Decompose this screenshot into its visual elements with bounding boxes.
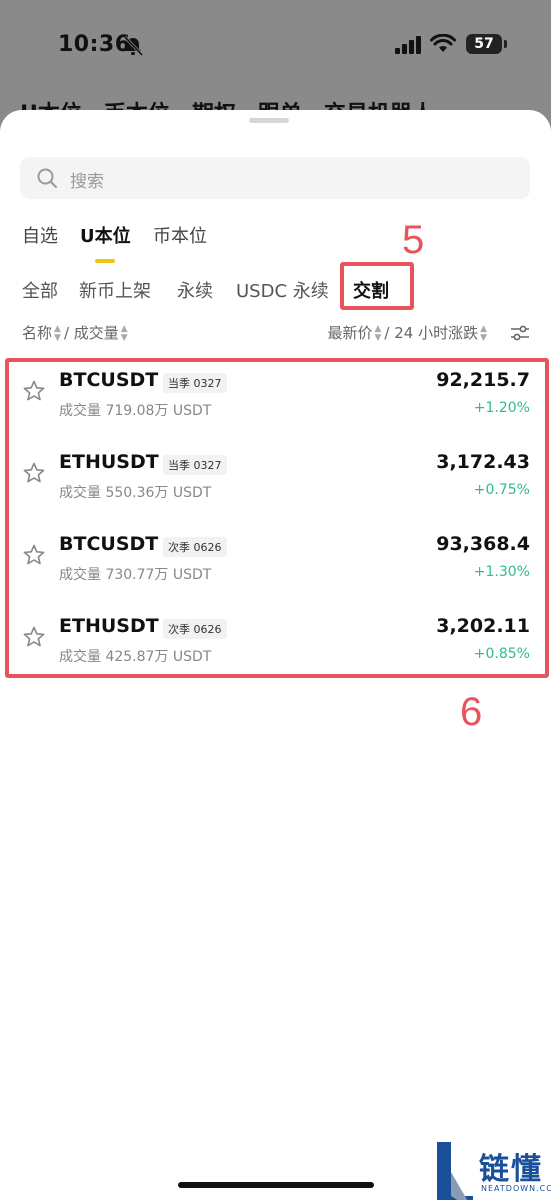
sort-caret-icon: ▲ ▼: [120, 323, 128, 343]
sort-change-label: 24 小时涨跌: [394, 324, 479, 342]
sort-name-label: 名称: [22, 324, 53, 342]
sort-price-label: 最新价: [327, 324, 373, 342]
contract-selector-sheet: 搜索 自选 U本位 币本位 5 全部 新币上架 永续 USDC 永续 交割 名称…: [0, 110, 551, 1200]
sort-price-change[interactable]: 最新价 ▲ ▼/ 24 小时涨跌 ▲ ▼: [327, 322, 490, 343]
home-indicator: [178, 1182, 374, 1188]
annotation-highlight-delivery: [340, 262, 414, 310]
wifi-icon: [430, 34, 456, 52]
watermark-subtext: NEATDOWN.COM: [481, 1184, 551, 1193]
annotation-step-6: 6: [460, 690, 483, 734]
watermark-logo-icon: [437, 1142, 473, 1200]
tab-coin-margined[interactable]: 币本位: [153, 222, 207, 248]
search-input[interactable]: 搜索: [20, 157, 530, 199]
active-tab-indicator: [95, 259, 115, 263]
sort-caret-icon: ▲ ▼: [480, 323, 487, 343]
search-placeholder: 搜索: [70, 172, 104, 192]
sort-name-volume[interactable]: 名称 ▲ ▼ / 成交量 ▲ ▼: [22, 322, 131, 343]
sort-volume-label: 成交量: [73, 324, 119, 342]
bell-muted-icon: [123, 36, 144, 56]
sheet-grabber[interactable]: [249, 118, 289, 123]
filter-settings-icon[interactable]: [510, 324, 530, 342]
watermark-text: 链懂: [479, 1152, 543, 1187]
sort-caret-icon: ▲ ▼: [374, 323, 382, 343]
battery-icon: 57: [466, 34, 507, 54]
tab-usdt-margined[interactable]: U本位: [80, 222, 131, 248]
subtab-new-listings[interactable]: 新币上架: [79, 277, 151, 303]
watermark: 链懂 NEATDOWN.COM: [437, 1130, 551, 1200]
tab-favorites[interactable]: 自选: [22, 222, 58, 248]
search-icon: [37, 168, 57, 188]
cellular-signal-icon: [395, 36, 421, 54]
subtab-all[interactable]: 全部: [22, 277, 58, 303]
subtab-usdc-perpetual[interactable]: USDC 永续: [236, 277, 329, 303]
sort-caret-icon: ▲ ▼: [54, 323, 61, 343]
status-time: 10:36: [58, 32, 131, 57]
status-bar: 10:36 57: [0, 0, 551, 90]
annotation-step-5: 5: [402, 218, 425, 262]
annotation-highlight-contract-list: [5, 358, 549, 678]
sort-separator: /: [63, 324, 69, 342]
sort-separator: /: [384, 324, 390, 342]
sort-header: 名称 ▲ ▼ / 成交量 ▲ ▼ 最新价 ▲ ▼/ 24 小时涨跌 ▲ ▼: [22, 322, 530, 346]
subtab-perpetual[interactable]: 永续: [177, 277, 213, 303]
